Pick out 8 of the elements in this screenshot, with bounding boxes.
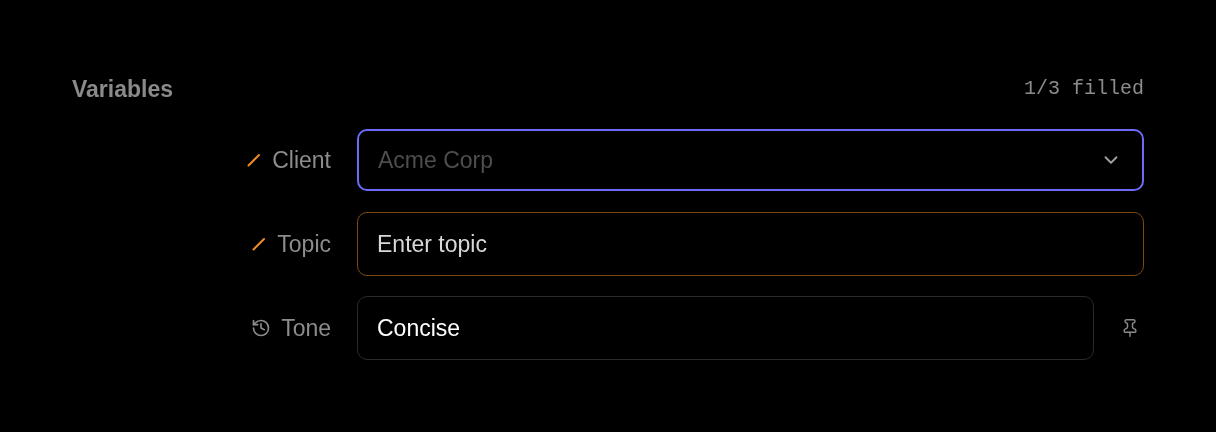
- field-label: Client: [272, 145, 331, 175]
- text-field[interactable]: Concise: [357, 296, 1094, 360]
- field-label: Tone: [281, 313, 331, 343]
- field-label: Topic: [277, 229, 331, 259]
- section-title: Variables: [72, 74, 174, 104]
- filled-count: 1/3 filled: [1023, 76, 1144, 102]
- text-field[interactable]: Enter topic: [357, 212, 1144, 276]
- pin-button[interactable]: [1120, 318, 1140, 338]
